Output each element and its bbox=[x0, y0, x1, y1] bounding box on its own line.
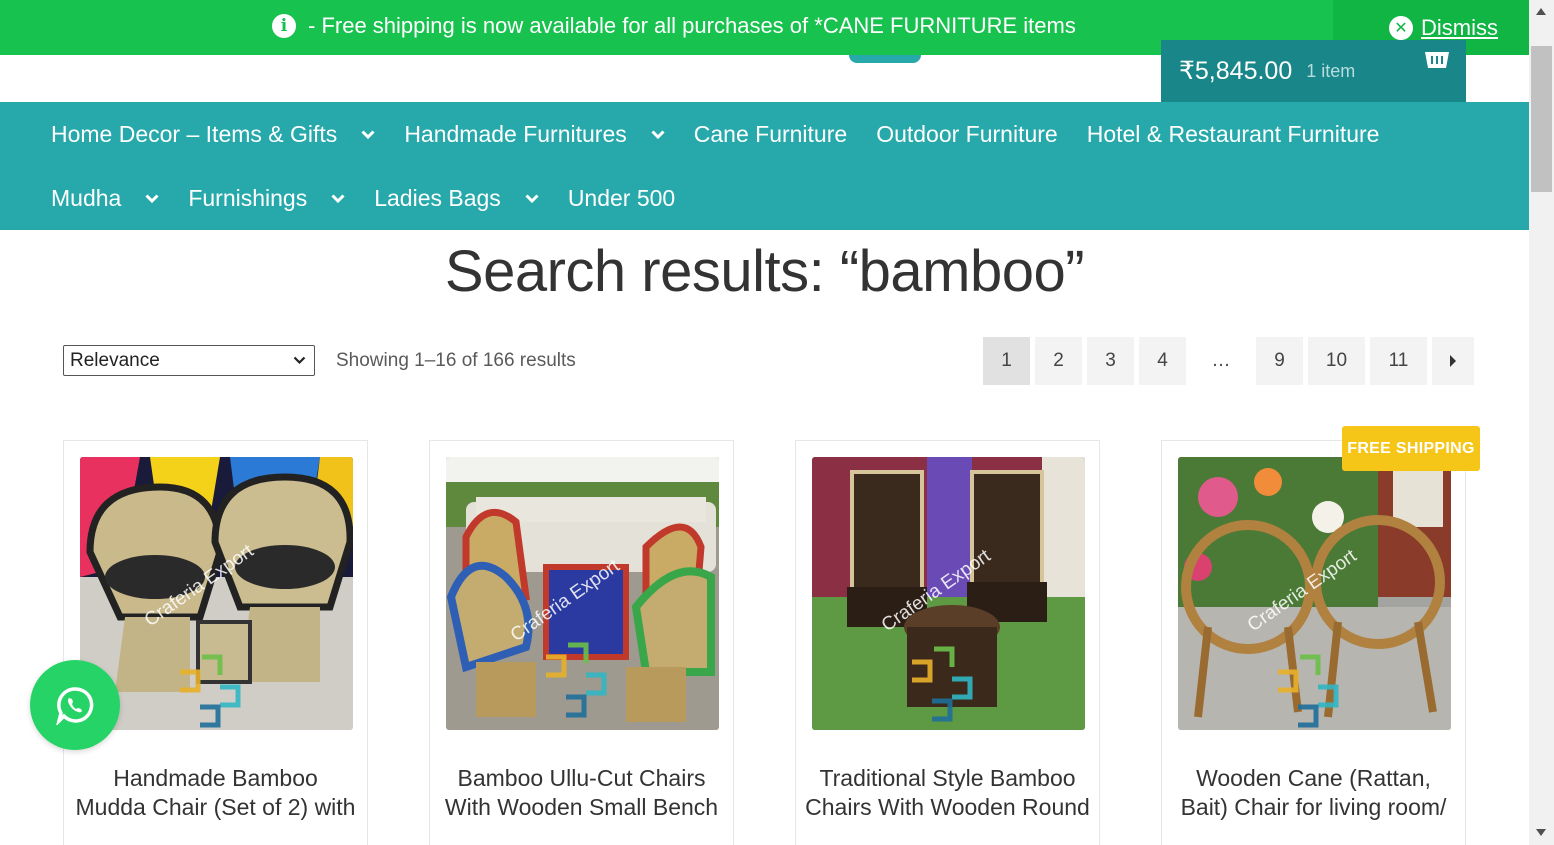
nav-item-handmade-furnitures[interactable]: Handmade Furnitures bbox=[404, 120, 665, 148]
nav-item-mudha[interactable]: Mudha bbox=[51, 185, 159, 212]
product-image[interactable]: Craferia Export bbox=[812, 457, 1085, 730]
scroll-down-arrow-icon[interactable] bbox=[1536, 829, 1546, 836]
info-icon: i bbox=[272, 14, 296, 38]
nav-item-home-decor[interactable]: Home Decor – Items & Gifts bbox=[51, 121, 375, 148]
nav-row-2: Mudha Furnishings Ladies Bags Under 500 bbox=[51, 166, 704, 230]
nav-item-cane-furniture[interactable]: Cane Furniture bbox=[694, 121, 847, 148]
product-title-line: Bait) Chair for living room/ bbox=[1180, 794, 1447, 820]
chevron-down-icon[interactable] bbox=[651, 129, 665, 139]
product-card[interactable]: Craferia Export Bamboo Ullu-Cut Chairs W… bbox=[429, 440, 734, 845]
page-link[interactable]: 10 bbox=[1308, 337, 1365, 385]
store-notice-message: i - Free shipping is now available for a… bbox=[272, 13, 1076, 39]
nav-item-label: Ladies Bags bbox=[374, 184, 501, 211]
nav-item-label: Furnishings bbox=[188, 184, 308, 211]
nav-item-under-500[interactable]: Under 500 bbox=[568, 185, 675, 212]
product-image[interactable]: Craferia Export bbox=[80, 457, 353, 730]
nav-item-label: Handmade Furnitures bbox=[404, 120, 627, 147]
product-title-line: Handmade Bamboo bbox=[113, 765, 318, 791]
nav-item-label: Cane Furniture bbox=[693, 120, 848, 147]
search-button[interactable] bbox=[849, 55, 921, 63]
nav-item-furnishings[interactable]: Furnishings bbox=[188, 185, 345, 212]
notice-text: - Free shipping is now available for all… bbox=[308, 13, 1076, 38]
product-image[interactable]: Craferia Export bbox=[446, 457, 719, 730]
scrollbar-thumb[interactable] bbox=[1531, 46, 1552, 192]
dismiss-link[interactable]: Dismiss bbox=[1421, 15, 1498, 41]
page-link[interactable]: 3 bbox=[1087, 337, 1134, 385]
page-link[interactable]: 11 bbox=[1370, 337, 1427, 385]
nav-item-ladies-bags[interactable]: Ladies Bags bbox=[374, 185, 539, 212]
product-card[interactable]: Craferia Export Handmade Bamboo Mudda Ch… bbox=[63, 440, 368, 845]
whatsapp-icon bbox=[56, 687, 94, 725]
nav-item-label: Home Decor – Items & Gifts bbox=[51, 120, 338, 147]
sort-selected-value: Relevance bbox=[70, 349, 160, 371]
chevron-down-icon[interactable] bbox=[331, 193, 345, 203]
result-count: Showing 1–16 of 166 results bbox=[336, 350, 576, 371]
nav-row-1: Home Decor – Items & Gifts Handmade Furn… bbox=[51, 102, 1408, 166]
nav-item-outdoor-furniture[interactable]: Outdoor Furniture bbox=[876, 121, 1058, 148]
cart-item-count: 1 item bbox=[1306, 60, 1356, 81]
page-link[interactable]: 2 bbox=[1035, 337, 1082, 385]
chevron-down-icon[interactable] bbox=[525, 193, 539, 203]
header-cart[interactable]: ₹5,845.00 1 item bbox=[1161, 40, 1466, 102]
product-title-line: Bamboo Ullu-Cut Chairs bbox=[457, 765, 706, 791]
page-link[interactable]: 9 bbox=[1256, 337, 1303, 385]
product-title-line: Wooden Cane (Rattan, bbox=[1196, 765, 1431, 791]
page-link-current: 1 bbox=[983, 337, 1030, 385]
next-page-button[interactable] bbox=[1432, 337, 1474, 385]
chevron-down-icon bbox=[293, 356, 306, 365]
cart-amount: ₹5,845.00 bbox=[1179, 57, 1293, 85]
page-link[interactable]: 4 bbox=[1139, 337, 1186, 385]
page-scrollbar[interactable] bbox=[1529, 0, 1554, 845]
page-ellipsis: … bbox=[1211, 350, 1231, 371]
nav-item-label: Hotel & Restaurant Furniture bbox=[1086, 120, 1380, 147]
chevron-down-icon[interactable] bbox=[361, 129, 375, 139]
page-title: Search results: “bamboo” bbox=[444, 239, 1085, 304]
product-title[interactable]: Handmade Bamboo Mudda Chair (Set of 2) w… bbox=[64, 764, 367, 822]
product-card[interactable]: Craferia Export Wooden Cane (Rattan, Bai… bbox=[1161, 440, 1466, 845]
nav-item-label: Under 500 bbox=[567, 184, 676, 211]
product-image[interactable]: Craferia Export bbox=[1178, 457, 1451, 730]
product-title-line: With Wooden Small Bench bbox=[444, 794, 719, 820]
product-title-line: Mudda Chair (Set of 2) with bbox=[75, 794, 356, 820]
nav-item-hotel-restaurant-furniture[interactable]: Hotel & Restaurant Furniture bbox=[1087, 121, 1380, 148]
product-title-line: Traditional Style Bamboo bbox=[819, 765, 1076, 791]
primary-navigation: Home Decor – Items & Gifts Handmade Furn… bbox=[0, 102, 1529, 230]
sort-select[interactable]: Relevance bbox=[63, 345, 315, 376]
product-title[interactable]: Bamboo Ullu-Cut Chairs With Wooden Small… bbox=[430, 764, 733, 822]
arrow-right-icon bbox=[1450, 355, 1456, 367]
pagination: 1 2 3 4 … 9 10 11 bbox=[983, 337, 1474, 385]
close-icon: ✕ bbox=[1389, 15, 1413, 40]
product-title-line: Chairs With Wooden Round bbox=[805, 794, 1090, 820]
nav-item-label: Outdoor Furniture bbox=[876, 120, 1058, 147]
free-shipping-badge: FREE SHIPPING bbox=[1342, 426, 1480, 471]
scroll-up-arrow-icon[interactable] bbox=[1536, 8, 1546, 15]
product-title[interactable]: Wooden Cane (Rattan, Bait) Chair for liv… bbox=[1162, 764, 1465, 822]
nav-item-label: Mudha bbox=[51, 184, 122, 211]
whatsapp-chat-button[interactable] bbox=[30, 660, 120, 750]
chevron-down-icon[interactable] bbox=[145, 193, 159, 203]
product-title[interactable]: Traditional Style Bamboo Chairs With Woo… bbox=[796, 764, 1099, 822]
product-card[interactable]: Craferia Export Traditional Style Bamboo… bbox=[795, 440, 1100, 845]
basket-icon bbox=[1425, 52, 1449, 68]
